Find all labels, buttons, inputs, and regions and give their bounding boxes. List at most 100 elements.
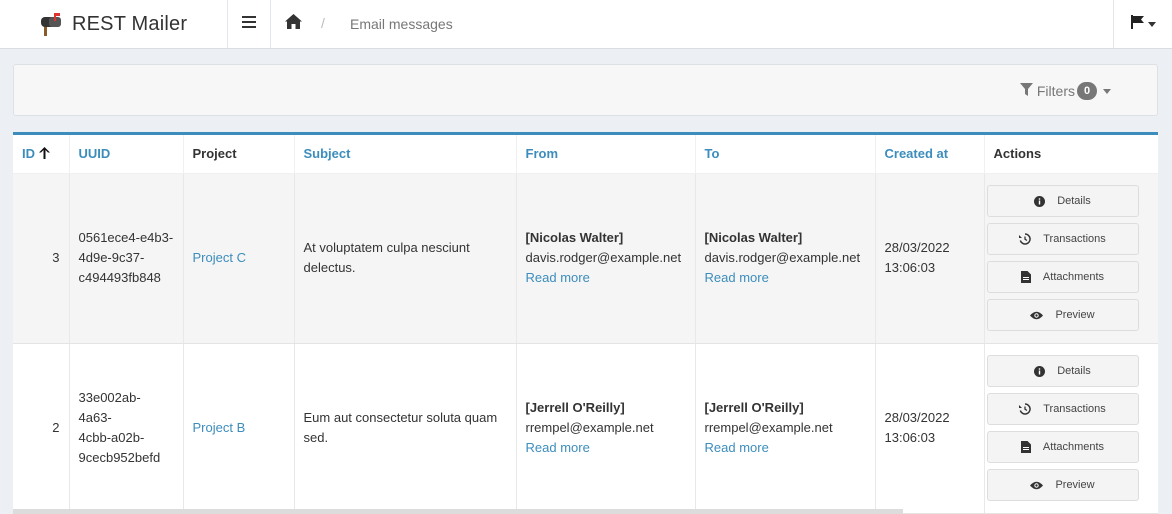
top-navbar: REST Mailer / Email messages	[0, 0, 1172, 49]
breadcrumb-separator: /	[321, 15, 325, 31]
eye-icon	[1030, 481, 1049, 490]
column-header-from[interactable]: From	[516, 135, 696, 174]
to-read-more-link[interactable]: Read more	[705, 440, 769, 455]
breadcrumb-home-link[interactable]	[285, 14, 303, 32]
from-name: [Nicolas Walter]	[525, 230, 624, 245]
from-read-more-link[interactable]: Read more	[526, 270, 590, 285]
cell-from: [Jerrell O'Reilly] rrempel@example.net Rea…	[516, 343, 696, 514]
details-button[interactable]: Details	[986, 355, 1139, 387]
details-button[interactable]: Details	[986, 185, 1139, 217]
column-header-project: Project	[183, 135, 295, 174]
column-header-id-label: ID	[22, 145, 35, 161]
column-header-to[interactable]: To	[695, 135, 876, 174]
subject-line: delectus.	[303, 260, 356, 275]
transactions-button[interactable]: Transactions	[986, 223, 1139, 255]
details-button-label: Details	[1057, 365, 1091, 377]
subject-line: At voluptatem culpa nesciunt	[303, 240, 470, 255]
cell-project: Project B	[183, 343, 295, 514]
to-name: [Nicolas Walter]	[704, 230, 803, 245]
created-at-line: 13:06:03	[884, 430, 936, 445]
attachments-button-label: Attachments	[1042, 271, 1105, 283]
breadcrumb-current-page: Email messages	[350, 16, 453, 32]
table-row: 2 33e002ab-4a63- 4cbb-a02b- 9cecb952befd Pro…	[13, 343, 1158, 514]
eye-icon	[1030, 311, 1049, 320]
column-header-uuid[interactable]: UUID	[69, 135, 184, 174]
created-at-line: 13:06:03	[884, 260, 936, 275]
uuid-line: 33e002ab-4a63-	[78, 390, 141, 425]
filters-panel: Filters 0	[13, 64, 1158, 116]
arrow-up-icon	[39, 146, 50, 162]
cell-subject: Eum aut consectetur soluta quam sed.	[294, 343, 517, 514]
to-email: davis.rodger@example.net	[704, 250, 861, 265]
preview-button-label: Preview	[1055, 309, 1095, 321]
brand-logo-link[interactable]: REST Mailer	[0, 0, 228, 48]
to-read-more-link[interactable]: Read more	[705, 270, 769, 285]
cell-to: [Nicolas Walter] davis.rodger@example.net…	[695, 173, 876, 344]
uuid-line: 9cecb952befd	[78, 450, 161, 465]
uuid-line: 0561ece4-e4b3-	[78, 230, 174, 245]
file-icon	[1020, 441, 1037, 453]
transactions-button[interactable]: Transactions	[986, 393, 1139, 425]
cell-subject: At voluptatem culpa nesciunt delectus.	[294, 173, 517, 344]
cell-id: 3	[13, 173, 70, 344]
uuid-line: 4d9e-9c37-	[78, 250, 145, 265]
mailbox-icon	[40, 11, 66, 37]
project-link[interactable]: Project C	[193, 250, 246, 265]
file-icon	[1020, 271, 1037, 283]
history-icon	[1019, 403, 1037, 415]
cell-created-at: 28/03/2022 13:06:03	[875, 343, 985, 514]
created-at-line: 28/03/2022	[884, 240, 950, 255]
horizontal-scrollbar[interactable]	[13, 509, 903, 514]
cell-actions: Details Transactions Attachments Preview	[984, 343, 1158, 514]
column-header-id[interactable]: ID	[13, 135, 70, 174]
email-messages-table: ID UUID Project Subject From To Created …	[13, 135, 1158, 514]
history-icon	[1019, 233, 1037, 245]
hamburger-icon	[242, 15, 256, 33]
details-button-label: Details	[1057, 195, 1091, 207]
cell-id: 2	[13, 343, 70, 514]
transactions-button-label: Transactions	[1043, 403, 1106, 415]
cell-project: Project C	[183, 173, 295, 344]
from-email: davis.rodger@example.net	[525, 250, 682, 265]
subject-line: Eum aut consectetur soluta quam	[303, 410, 498, 425]
cell-created-at: 28/03/2022 13:06:03	[875, 173, 985, 344]
app-title: REST Mailer	[72, 12, 188, 35]
column-header-subject[interactable]: Subject	[294, 135, 517, 174]
subject-line: sed.	[303, 430, 329, 445]
to-email: rrempel@example.net	[704, 420, 833, 435]
filter-icon	[1019, 83, 1033, 99]
sidebar-toggle-button[interactable]	[228, 0, 271, 48]
filters-label: Filters	[1036, 83, 1075, 99]
created-at-line: 28/03/2022	[884, 410, 950, 425]
cell-to: [Jerrell O'Reilly] rrempel@example.net Rea…	[695, 343, 876, 514]
preview-button[interactable]: Preview	[986, 299, 1139, 331]
uuid-line: 4cbb-a02b-	[78, 430, 145, 445]
attachments-button[interactable]: Attachments	[986, 431, 1139, 463]
from-name: [Jerrell O'Reilly]	[525, 400, 625, 415]
filters-dropdown-toggle[interactable]: Filters 0	[1019, 82, 1111, 100]
cell-actions: Details Transactions Attachments Preview	[984, 173, 1158, 344]
flag-icon	[1130, 14, 1145, 34]
column-header-actions: Actions	[984, 135, 1158, 174]
info-circle-icon	[1034, 365, 1051, 377]
row-actions: Details Transactions Attachments Preview	[986, 355, 1150, 501]
transactions-button-label: Transactions	[1043, 233, 1106, 245]
preview-button-label: Preview	[1055, 479, 1095, 491]
table-row: 3 0561ece4-e4b3- 4d9e-9c37- c494493fb848 Pro…	[13, 173, 1158, 344]
column-header-created-at[interactable]: Created at	[875, 135, 985, 174]
uuid-line: c494493fb848	[78, 270, 161, 285]
chevron-down-icon	[1103, 88, 1111, 94]
attachments-button[interactable]: Attachments	[986, 261, 1139, 293]
from-read-more-link[interactable]: Read more	[526, 440, 590, 455]
to-name: [Jerrell O'Reilly]	[704, 400, 804, 415]
chevron-down-icon	[1147, 21, 1156, 27]
cell-from: [Nicolas Walter] davis.rodger@example.net…	[516, 173, 696, 344]
email-messages-grid: ID UUID Project Subject From To Created …	[13, 132, 1158, 514]
info-circle-icon	[1034, 195, 1051, 207]
table-header-row: ID UUID Project Subject From To Created …	[13, 135, 1158, 174]
preview-button[interactable]: Preview	[986, 469, 1139, 501]
row-actions: Details Transactions Attachments Preview	[986, 185, 1150, 331]
language-menu-toggle[interactable]	[1113, 0, 1172, 48]
from-email: rrempel@example.net	[525, 420, 654, 435]
project-link[interactable]: Project B	[193, 420, 246, 435]
